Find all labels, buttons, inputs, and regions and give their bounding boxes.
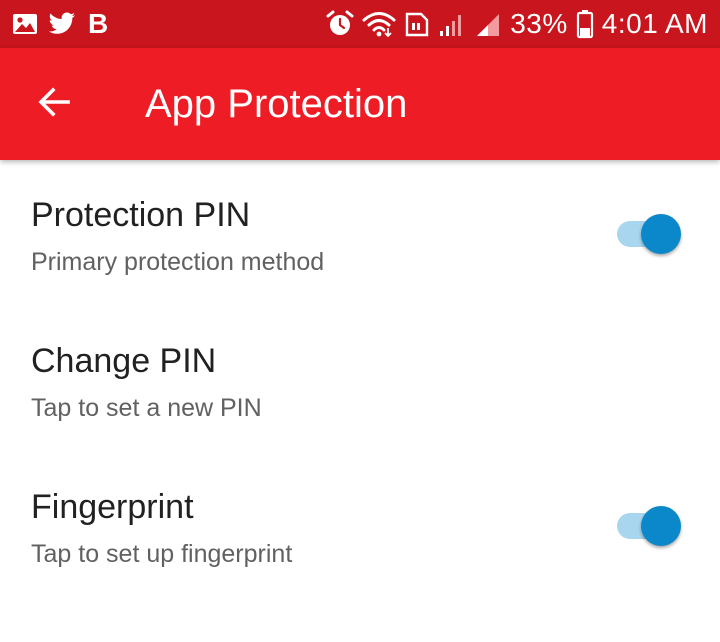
fingerprint-toggle[interactable] bbox=[617, 504, 687, 548]
toggle-thumb bbox=[641, 506, 681, 546]
signal-icon bbox=[474, 11, 502, 37]
setting-fingerprint[interactable]: Fingerprint Tap to set up fingerprint bbox=[0, 452, 720, 598]
status-bar: B 33% 4:01 AM bbox=[0, 0, 720, 48]
alarm-icon bbox=[326, 10, 354, 38]
page-title: App Protection bbox=[145, 82, 408, 126]
settings-list: Protection PIN Primary protection method… bbox=[0, 160, 720, 598]
arrow-left-icon bbox=[36, 84, 72, 125]
signal-icon bbox=[438, 11, 466, 37]
protection-pin-toggle[interactable] bbox=[617, 212, 687, 256]
setting-title: Change PIN bbox=[31, 342, 217, 380]
status-right-icons: 33% 4:01 AM bbox=[326, 9, 708, 39]
b-notification-icon: B bbox=[88, 8, 109, 39]
image-icon bbox=[12, 12, 38, 36]
setting-summary: Tap to set up fingerprint bbox=[31, 540, 293, 568]
twitter-icon bbox=[48, 12, 76, 36]
status-left-icons: B bbox=[12, 10, 108, 38]
back-button[interactable] bbox=[32, 82, 76, 126]
app-bar: App Protection bbox=[0, 48, 720, 160]
setting-summary: Primary protection method bbox=[31, 248, 325, 276]
clock: 4:01 AM bbox=[601, 8, 708, 39]
toggle-thumb bbox=[641, 214, 681, 254]
setting-title: Protection PIN bbox=[31, 196, 251, 234]
setting-title: Fingerprint bbox=[31, 488, 194, 526]
setting-protection-pin[interactable]: Protection PIN Primary protection method bbox=[0, 160, 720, 306]
battery-icon bbox=[576, 9, 594, 39]
volte-icon bbox=[404, 10, 430, 38]
wifi-icon bbox=[362, 10, 396, 38]
setting-summary: Tap to set a new PIN bbox=[31, 394, 262, 422]
setting-change-pin[interactable]: Change PIN Tap to set a new PIN bbox=[0, 306, 720, 452]
battery-percentage: 33% bbox=[510, 8, 568, 39]
